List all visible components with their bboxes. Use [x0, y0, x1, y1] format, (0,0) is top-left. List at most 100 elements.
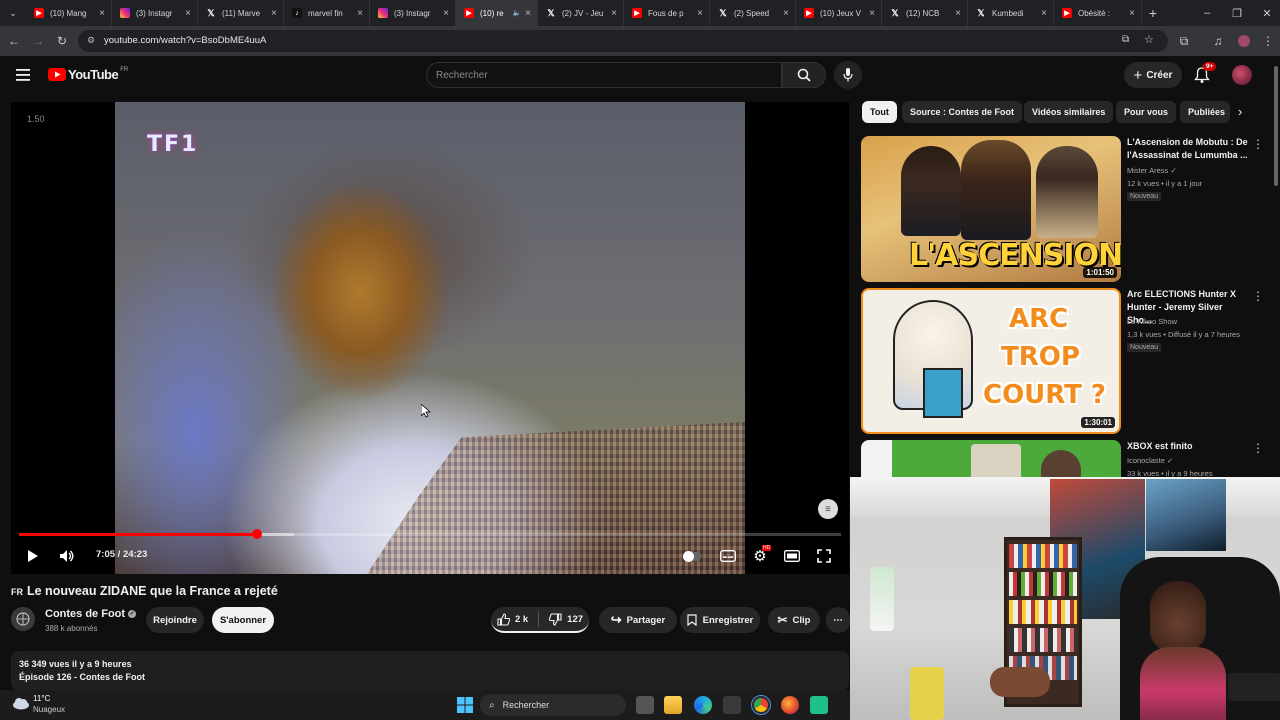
volume-button[interactable]: [56, 545, 78, 567]
close-tab-icon[interactable]: ×: [271, 8, 277, 19]
close-tab-icon[interactable]: ×: [697, 8, 703, 19]
channel-avatar[interactable]: [11, 607, 35, 631]
taskbar-search[interactable]: ⌕ Rechercher: [480, 694, 626, 716]
recommended-channel-text[interactable]: Iconoclaste: [1127, 456, 1165, 465]
join-button[interactable]: Rejoindre: [146, 607, 204, 633]
browser-tab[interactable]: 𝕏 Kumbedi ×: [968, 0, 1054, 26]
close-tab-icon[interactable]: ×: [611, 8, 617, 19]
more-actions-button[interactable]: ⋯: [826, 607, 850, 633]
close-tab-icon[interactable]: ×: [783, 8, 789, 19]
browser-tab[interactable]: 𝕏 (2) JV - Jeu ×: [538, 0, 624, 26]
progress-bar[interactable]: [19, 529, 841, 539]
edge-browser-icon[interactable]: [694, 696, 712, 714]
close-tab-icon[interactable]: ×: [99, 8, 105, 19]
channel-name-text[interactable]: Contes de Foot: [45, 608, 125, 620]
filter-chip[interactable]: Tout: [862, 101, 897, 123]
close-tab-icon[interactable]: ×: [525, 8, 531, 19]
firefox-icon[interactable]: [781, 696, 799, 714]
chevron-right-icon[interactable]: ›: [1238, 104, 1242, 119]
more-options-icon[interactable]: ⋮: [1252, 289, 1264, 303]
file-explorer-icon[interactable]: [664, 696, 682, 714]
address-bar[interactable]: ⚙ youtube.com/watch?v=BsoDbME4uuA ⧉ ☆: [78, 30, 1168, 52]
save-button[interactable]: Enregistrer: [680, 607, 760, 633]
browser-tab[interactable]: ▶ (10) Mang ×: [26, 0, 112, 26]
browser-tab[interactable]: ▶ (10) Jeux V ×: [796, 0, 882, 26]
recommended-channel[interactable]: Iconoclaste ✓: [1127, 456, 1173, 465]
clip-button[interactable]: ✂ Clip: [768, 607, 820, 633]
install-app-icon[interactable]: ⧉: [1122, 34, 1129, 45]
tab-list-dropdown[interactable]: ⌄: [0, 0, 26, 26]
task-view-icon[interactable]: [636, 696, 654, 714]
site-info-icon[interactable]: ⚙: [87, 35, 95, 46]
filter-chip[interactable]: Publiées: [1180, 101, 1230, 123]
share-button[interactable]: ↪ Partager: [599, 607, 677, 633]
more-options-icon[interactable]: ⋮: [1252, 441, 1264, 455]
recommended-thumbnail[interactable]: L'ASCENSION 1:01:50: [861, 136, 1121, 282]
browser-tab[interactable]: (3) Instagr ×: [370, 0, 456, 26]
more-options-icon[interactable]: ⋮: [1252, 137, 1264, 151]
recommended-channel[interactable]: Le Kikoo Show: [1127, 317, 1177, 326]
settings-button[interactable]: ⚙ HD: [749, 545, 772, 567]
close-tab-icon[interactable]: ×: [1129, 8, 1135, 19]
play-button[interactable]: [23, 545, 43, 567]
description-box[interactable]: 36 349 vues il y a 9 heures Épisode 126 …: [11, 651, 849, 691]
url-text[interactable]: youtube.com/watch?v=BsoDbME4uuA: [104, 35, 266, 46]
search-input[interactable]: Rechercher: [426, 62, 782, 88]
page-scrollbar[interactable]: [1274, 66, 1278, 186]
browser-tab[interactable]: 𝕏 (11) Marve ×: [198, 0, 284, 26]
like-button[interactable]: 2 k: [497, 612, 528, 626]
video-player[interactable]: TF1 1.50 ≡ 7:05 / 24:23 ⚙ HD: [11, 102, 849, 574]
subscribe-button[interactable]: S'abonner: [212, 607, 274, 633]
windows-start-icon[interactable]: [456, 696, 474, 714]
recommended-thumbnail[interactable]: [861, 440, 1121, 478]
recommended-thumbnail[interactable]: ARC TROP COURT ? 1:30:01: [861, 288, 1121, 434]
dislike-button[interactable]: 127: [549, 612, 583, 626]
recommended-channel[interactable]: Mister Aress ✓: [1127, 166, 1177, 175]
extensions-icon[interactable]: ⧉: [1174, 31, 1194, 51]
close-tab-icon[interactable]: ×: [443, 8, 449, 19]
filter-chip[interactable]: Vidéos similaires: [1024, 101, 1114, 123]
recommended-title[interactable]: XBOX est finito: [1127, 440, 1249, 453]
close-tab-icon[interactable]: ×: [955, 8, 961, 19]
tab-audio-icon[interactable]: 🔈: [512, 9, 521, 17]
reload-icon[interactable]: ↻: [52, 31, 72, 51]
account-avatar[interactable]: [1232, 65, 1252, 85]
create-button[interactable]: + Créer: [1124, 62, 1182, 88]
browser-tab[interactable]: (3) Instagr ×: [112, 0, 198, 26]
app-icon[interactable]: [810, 696, 828, 714]
bookmark-star-icon[interactable]: ☆: [1144, 33, 1154, 46]
forward-icon[interactable]: →: [28, 31, 48, 51]
notifications-button[interactable]: 9+: [1194, 62, 1217, 89]
browser-tab[interactable]: 𝕏 (12) NCB ×: [882, 0, 968, 26]
close-tab-icon[interactable]: ×: [357, 8, 363, 19]
browser-tab[interactable]: 𝕏 (2) Speed ×: [710, 0, 796, 26]
restore-button[interactable]: ❐: [1222, 0, 1252, 26]
theater-mode-button[interactable]: [781, 545, 803, 567]
subtitles-button[interactable]: [717, 545, 739, 567]
close-tab-icon[interactable]: ×: [185, 8, 191, 19]
hamburger-menu-icon[interactable]: [16, 68, 30, 86]
browser-tab[interactable]: ▶ Fous de p ×: [624, 0, 710, 26]
fullscreen-button[interactable]: [813, 545, 835, 567]
browser-tab[interactable]: ▶ Obésité : ×: [1054, 0, 1142, 26]
autoplay-toggle[interactable]: [681, 545, 703, 567]
channel-name[interactable]: Contes de Foot ✓: [45, 608, 137, 620]
back-icon[interactable]: ←: [4, 31, 24, 51]
filter-chip[interactable]: Source : Contes de Foot: [902, 101, 1023, 123]
media-control-icon[interactable]: ♫: [1208, 31, 1228, 51]
new-tab-button[interactable]: +: [1142, 0, 1164, 26]
browser-tab[interactable]: ▶ (10) re 🔈 ×: [456, 0, 538, 26]
profile-icon[interactable]: [1234, 31, 1254, 51]
live-chat-icon[interactable]: ≡: [818, 499, 838, 519]
browser-menu-icon[interactable]: ⋮: [1258, 31, 1278, 51]
recommended-channel-text[interactable]: Mister Aress: [1127, 166, 1168, 175]
close-window-button[interactable]: ✕: [1252, 0, 1280, 26]
voice-search-button[interactable]: [834, 61, 862, 89]
chrome-icon[interactable]: [751, 695, 771, 715]
minimize-button[interactable]: –: [1192, 0, 1222, 26]
search-button[interactable]: [782, 62, 826, 88]
weather-cloud-icon[interactable]: [12, 696, 30, 710]
store-icon[interactable]: [723, 696, 741, 714]
filter-chip[interactable]: Pour vous: [1116, 101, 1177, 123]
close-tab-icon[interactable]: ×: [1041, 8, 1047, 19]
